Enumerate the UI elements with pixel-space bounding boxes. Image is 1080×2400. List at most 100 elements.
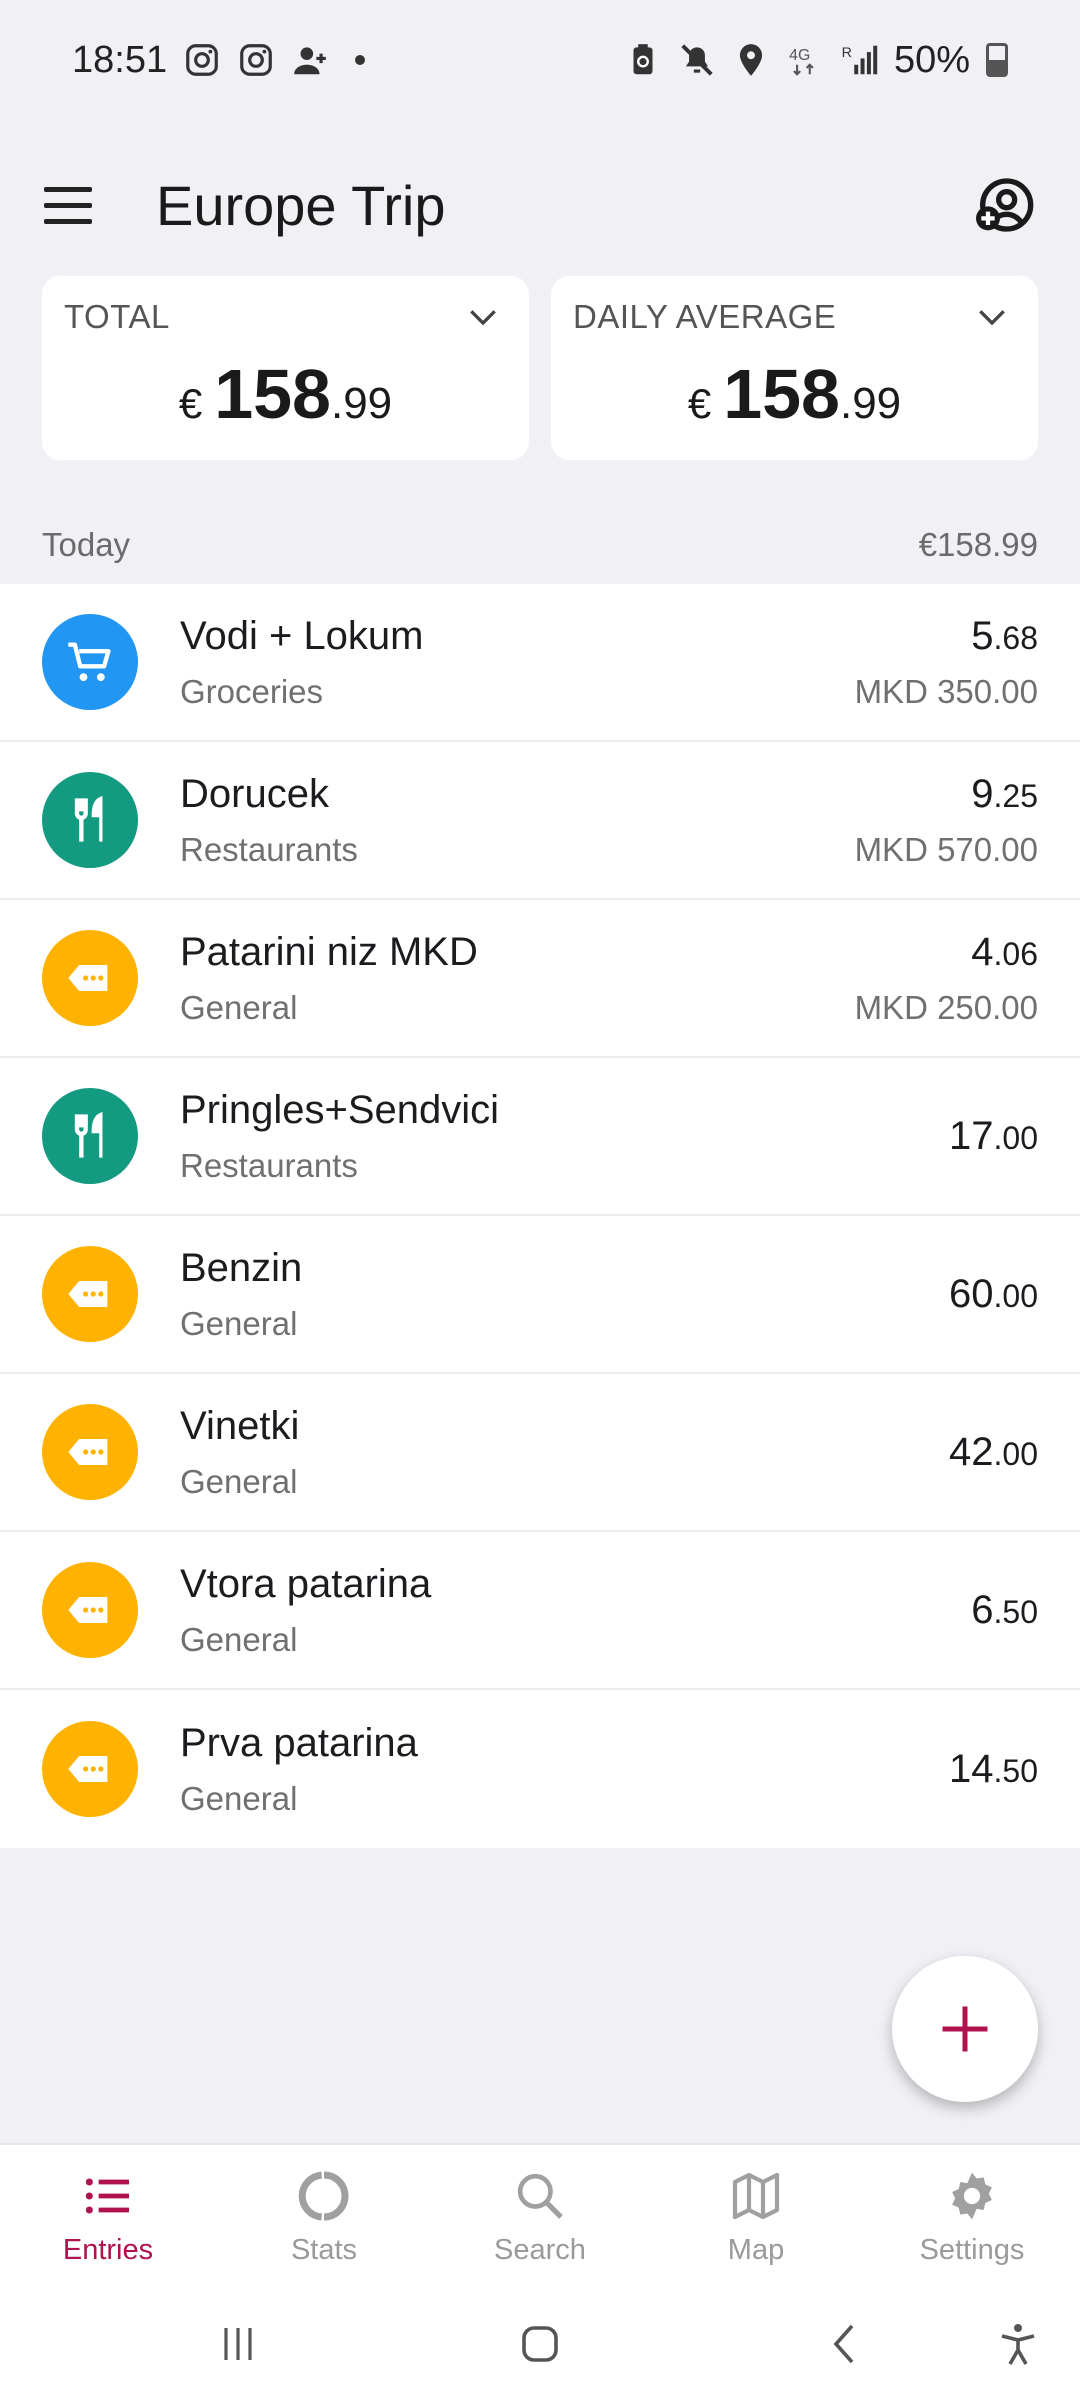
account-add-icon[interactable] <box>972 173 1036 237</box>
entry-amount: 6.50 <box>971 1588 1038 1633</box>
donut-icon <box>298 2171 349 2221</box>
category-icon-badge <box>42 1404 138 1500</box>
entry-text: Vodi + Lokum Groceries <box>180 614 855 711</box>
entry-amount-int: 4 <box>971 929 994 974</box>
svg-text:R: R <box>842 45 852 61</box>
instagram-icon <box>237 41 275 79</box>
list-item[interactable]: Vinetki General 42.00 <box>0 1374 1080 1532</box>
entry-amount-main: 6.50 <box>971 1588 1038 1633</box>
entry-category: General <box>180 1779 298 1817</box>
nav-label-stats: Stats <box>290 2234 358 2266</box>
recents-button[interactable] <box>214 2320 262 2368</box>
search-icon <box>517 2173 563 2219</box>
entry-title: Pringles+Sendvici <box>180 1087 500 1132</box>
nav-stats[interactable]: Stats <box>216 2145 432 2290</box>
list-item[interactable]: Pringles+Sendvici Restaurants 17.00 <box>0 1058 1080 1216</box>
entry-title: Prva patarina <box>180 1720 418 1765</box>
entry-amount: 42.00 <box>949 1430 1038 1475</box>
summary-cards: TOTAL €158.99 DAILY AVERAGE €158.99 <box>42 276 1038 460</box>
entry-amount: 60.00 <box>949 1272 1038 1317</box>
entry-amount-int: 6 <box>971 1587 994 1632</box>
entry-amount: 17.00 <box>949 1114 1038 1159</box>
gear-icon <box>952 2172 992 2220</box>
accessibility-button[interactable] <box>994 2320 1042 2368</box>
entry-amount-dec: .00 <box>993 1119 1038 1156</box>
category-icon-badge <box>42 1088 138 1184</box>
list-item[interactable]: Dorucek Restaurants 9.25 MKD 570.00 <box>0 742 1080 900</box>
status-left: 18:51 <box>72 39 366 82</box>
daily-int: 158 <box>723 355 840 433</box>
accessibility-icon <box>1001 2324 1035 2365</box>
tag-icon <box>64 952 116 1004</box>
entry-amount-main: 60.00 <box>949 1272 1038 1317</box>
total-dec: .99 <box>330 379 393 428</box>
entry-amount-main: 14.50 <box>949 1747 1038 1792</box>
nav-search[interactable]: Search <box>432 2145 648 2290</box>
nav-map[interactable]: Map <box>648 2145 864 2290</box>
entry-amount: 5.68 MKD 350.00 <box>855 614 1038 711</box>
chevron-down-icon[interactable] <box>972 298 1012 338</box>
total-int: 158 <box>214 355 331 433</box>
entry-amount-dec: .68 <box>993 619 1038 656</box>
entry-original-amount: MKD 250.00 <box>854 988 1038 1026</box>
menu-icon[interactable] <box>44 175 104 235</box>
category-icon-badge <box>42 1562 138 1658</box>
entry-amount: 9.25 MKD 570.00 <box>855 772 1038 869</box>
nav-entries[interactable]: Entries <box>0 2145 216 2290</box>
back-icon <box>833 2324 854 2364</box>
list-item[interactable]: Vodi + Lokum Groceries 5.68 MKD 350.00 <box>0 584 1080 742</box>
list-item[interactable]: Vtora patarina General 6.50 <box>0 1532 1080 1690</box>
tag-icon <box>64 1268 116 1320</box>
entry-text: Dorucek Restaurants <box>180 772 855 869</box>
nav-label-settings: Settings <box>919 2234 1025 2266</box>
entry-amount-int: 17 <box>949 1113 994 1158</box>
list-item[interactable]: Patarini niz MKD General 4.06 MKD 250.00 <box>0 900 1080 1058</box>
plus-icon <box>942 2006 988 2052</box>
entries-list: Vodi + Lokum Groceries 5.68 MKD 350.00 Doruc… <box>0 584 1080 1848</box>
entry-amount-main: 9.25 <box>855 772 1038 817</box>
entry-category: General <box>180 1462 298 1500</box>
entry-amount-dec: .06 <box>993 935 1038 972</box>
entry-amount-main: 42.00 <box>949 1430 1038 1475</box>
nav-settings[interactable]: Settings <box>864 2145 1080 2290</box>
entry-amount: 4.06 MKD 250.00 <box>855 930 1038 1027</box>
entry-title: Benzin <box>180 1245 303 1290</box>
bottom-nav: Entries Stats Search Map Settings <box>0 2143 1080 2290</box>
entry-category: Restaurants <box>180 830 358 868</box>
entry-title: Dorucek <box>180 771 329 816</box>
entry-category: General <box>180 1304 298 1342</box>
battery-icon <box>986 43 1008 77</box>
entry-title: Vtora patarina <box>180 1561 432 1606</box>
instagram-icon <box>183 41 221 79</box>
entry-amount-int: 5 <box>971 613 994 658</box>
back-button[interactable] <box>822 2320 870 2368</box>
category-icon-badge <box>42 1721 138 1817</box>
list-item[interactable]: Benzin General 60.00 <box>0 1216 1080 1374</box>
nav-label-map: Map <box>727 2234 785 2266</box>
section-header: Today €158.99 <box>42 510 1038 580</box>
entry-text: Prva patarina General <box>180 1721 949 1818</box>
signal-icon: R <box>840 41 878 79</box>
entry-amount: 14.50 <box>949 1747 1038 1792</box>
total-card[interactable]: TOTAL €158.99 <box>42 276 529 460</box>
category-icon-badge <box>42 1246 138 1342</box>
svg-text:4G: 4G <box>789 47 810 64</box>
list-item[interactable]: Prva patarina General 14.50 <box>0 1690 1080 1848</box>
daily-average-card[interactable]: DAILY AVERAGE €158.99 <box>551 276 1038 460</box>
entry-amount-dec: .50 <box>993 1593 1038 1630</box>
entry-original-amount: MKD 570.00 <box>854 830 1038 868</box>
entry-amount-int: 42 <box>949 1429 994 1474</box>
entry-text: Vtora patarina General <box>180 1562 971 1659</box>
entry-amount-int: 9 <box>971 771 994 816</box>
home-button[interactable] <box>516 2320 564 2368</box>
person-add-icon <box>291 41 329 79</box>
4g-icon: 4G <box>786 41 824 79</box>
daily-currency: € <box>687 380 712 427</box>
entry-title: Vodi + Lokum <box>180 613 424 658</box>
tag-icon <box>64 1426 116 1478</box>
chevron-down-icon[interactable] <box>463 298 503 338</box>
notification-dot <box>355 55 366 65</box>
cutlery-icon <box>64 794 116 846</box>
total-label: TOTAL <box>64 298 170 335</box>
add-entry-button[interactable] <box>892 1956 1038 2102</box>
